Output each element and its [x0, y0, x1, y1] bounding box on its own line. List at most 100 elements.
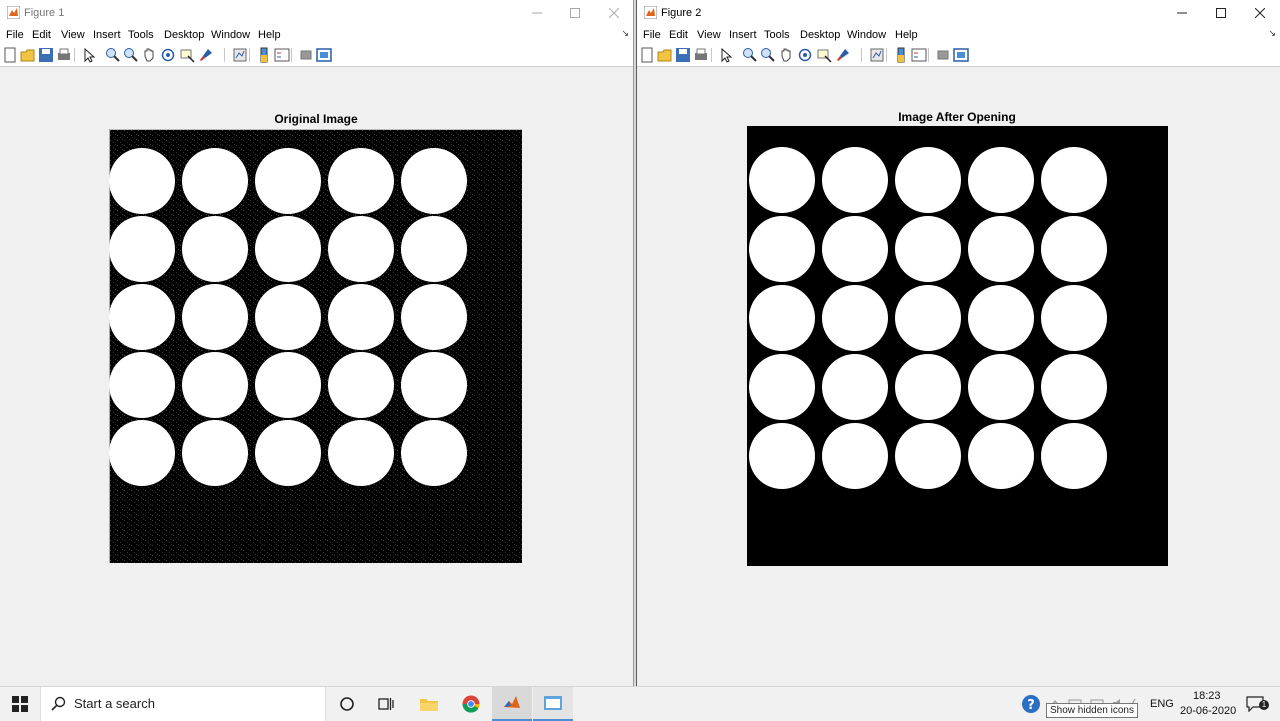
toolbar-separator: [224, 48, 225, 62]
close-button[interactable]: [1241, 0, 1279, 26]
search-input[interactable]: Start a search: [40, 687, 326, 721]
maximize-button[interactable]: [556, 0, 594, 26]
figure-toolbar: [637, 44, 1280, 67]
menu-help[interactable]: Help: [258, 29, 281, 41]
menu-file[interactable]: File: [643, 29, 661, 41]
circle-blob: [328, 284, 394, 350]
circle-blob: [749, 354, 815, 420]
menu-file[interactable]: File: [6, 29, 24, 41]
circle-blob: [328, 216, 394, 282]
circle-blob: [401, 216, 467, 282]
dock-arrow-icon[interactable]: ↘: [1268, 28, 1276, 39]
save-button[interactable]: [38, 47, 54, 63]
save-button[interactable]: [675, 47, 691, 63]
close-icon: [1255, 8, 1265, 18]
circle-blob: [255, 216, 321, 282]
clock-time[interactable]: 18:23: [1193, 690, 1221, 702]
menu-desktop[interactable]: Desktop: [800, 29, 840, 41]
svg-text:?: ?: [1027, 698, 1035, 713]
help-tray-button[interactable]: ?: [1019, 687, 1043, 721]
open-file-button[interactable]: [657, 47, 673, 63]
new-figure-button[interactable]: [639, 47, 655, 63]
zoom-in-button[interactable]: [104, 47, 120, 63]
zoom-out-button[interactable]: [122, 47, 138, 63]
chrome-button[interactable]: [451, 687, 491, 721]
insert-legend-button[interactable]: [274, 47, 290, 63]
menu-window[interactable]: Window: [211, 29, 250, 41]
insert-legend-button[interactable]: [911, 47, 927, 63]
minimize-button[interactable]: [518, 0, 556, 26]
rotate-3d-button[interactable]: [160, 47, 176, 63]
start-button[interactable]: [0, 687, 40, 721]
show-plot-tools-icon: [316, 48, 332, 62]
task-view-button[interactable]: [367, 687, 405, 721]
show-plot-tools-button[interactable]: [316, 47, 332, 63]
menu-edit[interactable]: Edit: [669, 29, 688, 41]
dock-arrow-icon[interactable]: ↘: [621, 28, 629, 39]
data-cursor-button[interactable]: [816, 47, 832, 63]
menu-window[interactable]: Window: [847, 29, 886, 41]
language-indicator[interactable]: ENG: [1150, 698, 1174, 710]
show-plot-tools-icon: [953, 48, 969, 62]
close-button[interactable]: [595, 0, 633, 26]
original-image: [109, 129, 522, 563]
insert-colorbar-icon: [897, 47, 905, 63]
maximize-button[interactable]: [1202, 0, 1240, 26]
title-bar[interactable]: Figure 2: [637, 0, 1280, 26]
new-figure-button[interactable]: [2, 47, 18, 63]
print-button[interactable]: [56, 47, 72, 63]
menu-edit[interactable]: Edit: [32, 29, 51, 41]
insert-colorbar-button[interactable]: [256, 47, 272, 63]
figure-toolbar: [0, 44, 633, 67]
matlab-taskbar-button[interactable]: [492, 687, 532, 721]
menu-tools[interactable]: Tools: [764, 29, 790, 41]
clock-date[interactable]: 20-06-2020: [1180, 705, 1236, 717]
file-explorer-button[interactable]: [409, 687, 449, 721]
link-plot-button[interactable]: [869, 47, 885, 63]
zoom-in-button[interactable]: [741, 47, 757, 63]
menu-view[interactable]: View: [61, 29, 85, 41]
brush-button[interactable]: [835, 47, 851, 63]
zoom-in-icon: [743, 48, 757, 62]
zoom-out-button[interactable]: [759, 47, 775, 63]
circle-blob: [182, 352, 248, 418]
menu-insert[interactable]: Insert: [729, 29, 757, 41]
search-icon: [51, 696, 66, 711]
axes-title: Image After Opening: [898, 110, 1016, 124]
notification-center-button[interactable]: 1: [1240, 687, 1270, 721]
menu-desktop[interactable]: Desktop: [164, 29, 204, 41]
open-file-button[interactable]: [20, 47, 36, 63]
title-bar[interactable]: Figure 1: [0, 0, 633, 26]
data-cursor-button[interactable]: [179, 47, 195, 63]
print-button[interactable]: [693, 47, 709, 63]
pan-button[interactable]: [778, 47, 794, 63]
rotate-3d-icon: [161, 48, 175, 62]
hide-plot-tools-button[interactable]: [935, 47, 951, 63]
insert-colorbar-button[interactable]: [893, 47, 909, 63]
link-plot-button[interactable]: [232, 47, 248, 63]
show-plot-tools-button[interactable]: [953, 47, 969, 63]
figure-window-icon: [544, 696, 562, 710]
pan-button[interactable]: [141, 47, 157, 63]
toolbar-separator: [928, 48, 929, 62]
edit-plot-button[interactable]: [81, 47, 97, 63]
figure-taskbar-button[interactable]: [533, 687, 573, 721]
minimize-button[interactable]: [1163, 0, 1201, 26]
circle-blob: [895, 423, 961, 489]
edit-plot-button[interactable]: [718, 47, 734, 63]
menu-help[interactable]: Help: [895, 29, 918, 41]
print-icon: [695, 48, 707, 60]
menu-insert[interactable]: Insert: [93, 29, 121, 41]
circle-blob: [895, 216, 961, 282]
cortana-button[interactable]: [328, 687, 366, 721]
menu-view[interactable]: View: [697, 29, 721, 41]
menu-tools[interactable]: Tools: [128, 29, 154, 41]
axes-title: Original Image: [274, 112, 358, 126]
hide-plot-tools-button[interactable]: [298, 47, 314, 63]
circle-blob: [255, 148, 321, 214]
circle-blob: [1041, 285, 1107, 351]
toolbar-separator: [886, 48, 887, 62]
brush-button[interactable]: [198, 47, 214, 63]
rotate-3d-button[interactable]: [797, 47, 813, 63]
menu-bar: File Edit View Insert Tools Desktop Wind…: [0, 26, 633, 44]
